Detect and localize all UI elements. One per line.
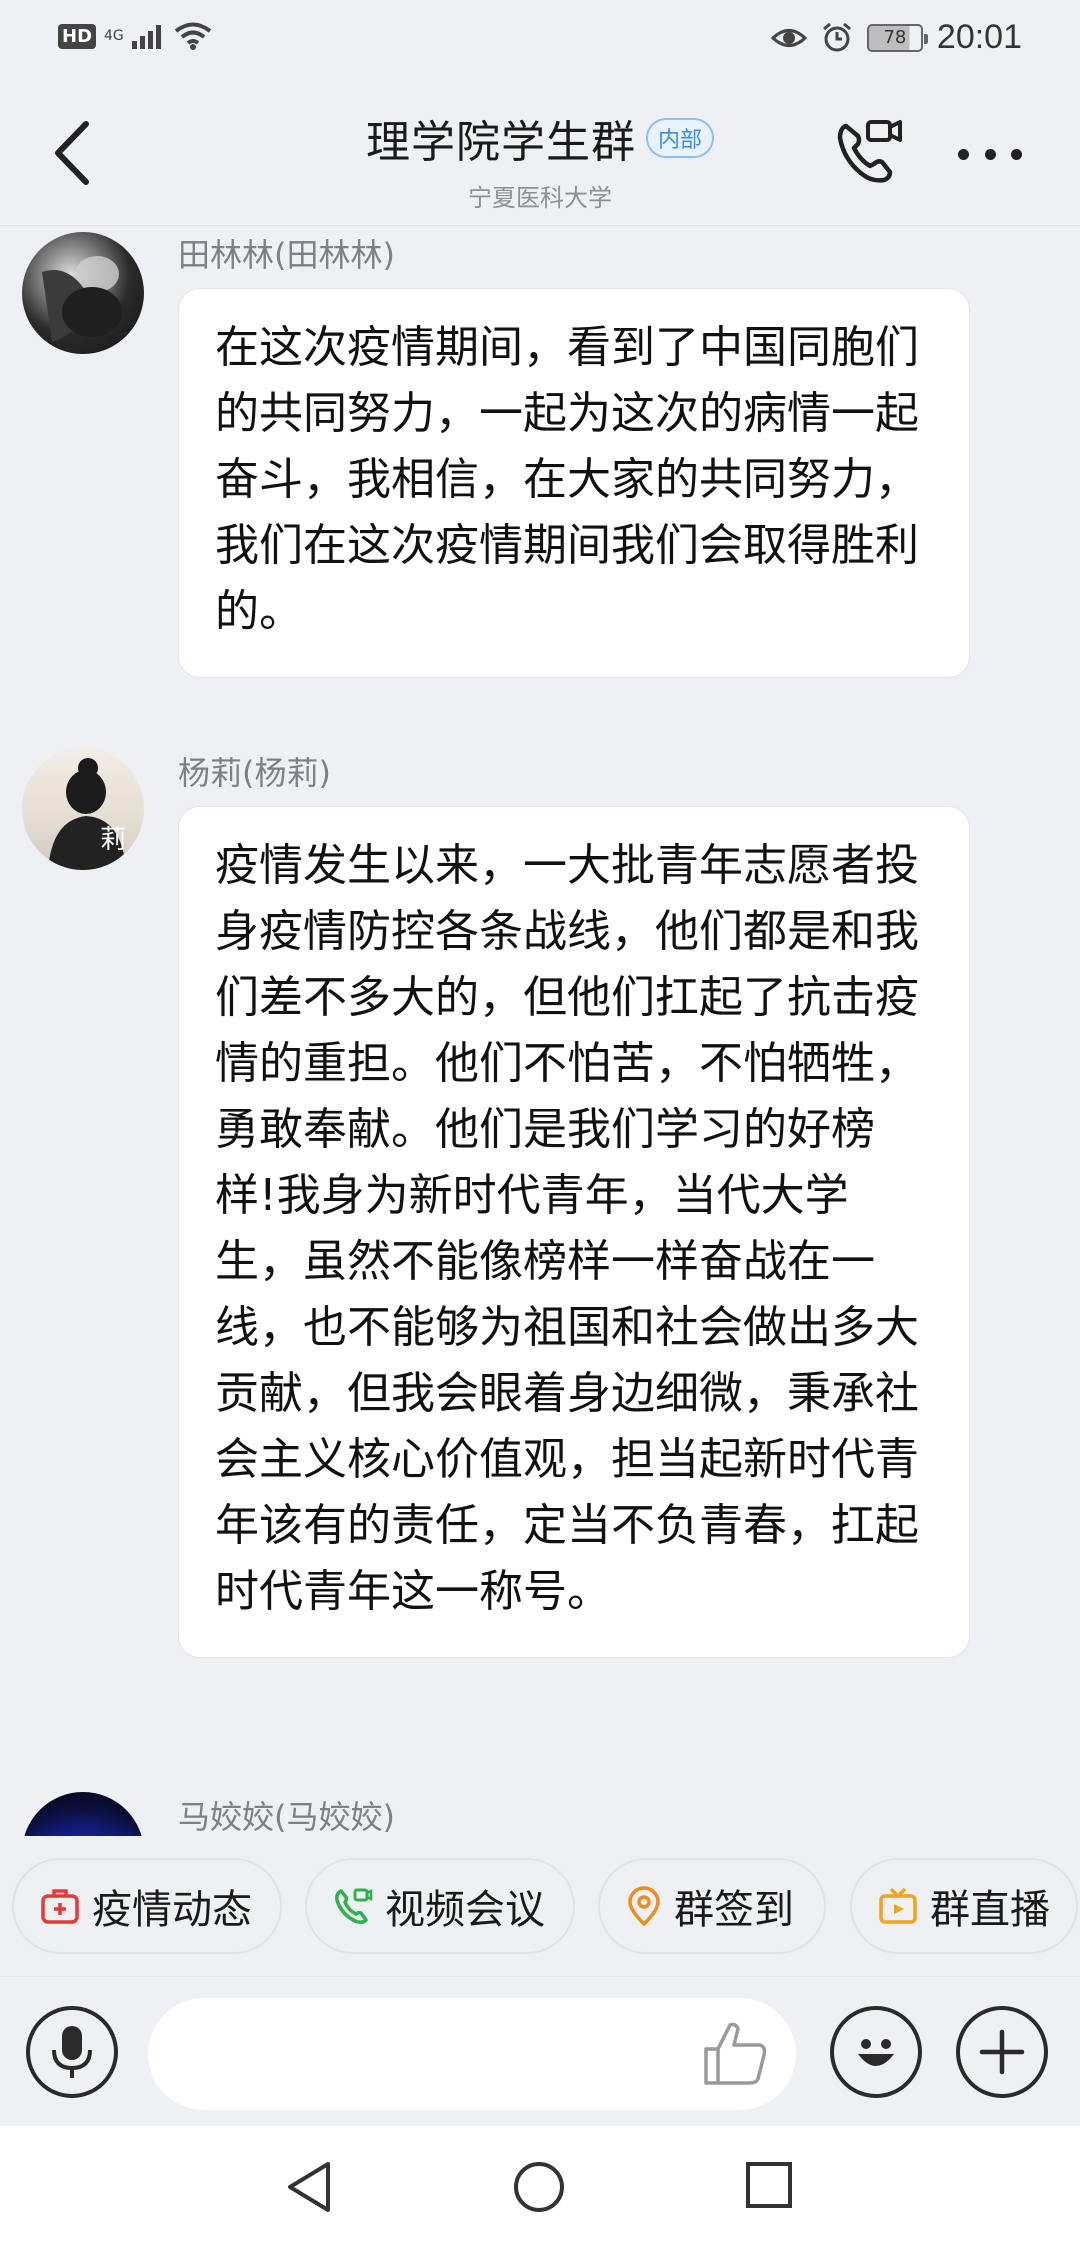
quick-action-label: 疫情动态 xyxy=(92,1887,252,1933)
group-subtitle: 宁夏医科大学 xyxy=(468,184,612,212)
avatar[interactable]: 莉 xyxy=(22,748,144,870)
quick-action-label: 视频会议 xyxy=(385,1887,545,1933)
phone-video-call-icon[interactable] xyxy=(832,116,906,190)
nav-recents-icon[interactable] xyxy=(744,2160,794,2210)
network-type: 4G xyxy=(104,28,124,44)
quick-action-label: 群直播 xyxy=(930,1887,1050,1933)
video-call-icon xyxy=(335,1888,373,1925)
quick-actions-bar: 疫情动态 视频会议 群签到 群直播 xyxy=(0,1836,1080,1976)
eye-icon xyxy=(770,28,807,47)
alarm-icon xyxy=(822,22,851,51)
avatar-photo xyxy=(42,256,122,342)
message-list[interactable]: 田林林(田林林) 在这次疫情期间，看到了中国同胞们的共同努力，一起为这次的病情一… xyxy=(0,226,1080,1836)
sender-name: 杨莉(杨莉) xyxy=(178,754,331,792)
battery-level: 78 xyxy=(883,27,907,48)
avatar[interactable] xyxy=(22,232,144,354)
message-input[interactable] xyxy=(148,1998,796,2110)
signal-icon xyxy=(131,25,161,49)
sender-name: 马姣姣(马姣姣) xyxy=(178,1798,395,1836)
smiley-icon xyxy=(858,2039,894,2066)
internal-tag: 内部 xyxy=(645,118,714,158)
quick-action-video-meeting[interactable]: 视频会议 xyxy=(305,1858,575,1954)
voice-input-button[interactable] xyxy=(26,2006,118,2098)
add-more-button[interactable] xyxy=(956,2006,1048,2098)
system-nav-bar xyxy=(0,2126,1080,2244)
status-right: 78 20:01 xyxy=(770,18,1022,57)
sender-name: 田林林(田林林) xyxy=(178,236,395,274)
clock: 20:01 xyxy=(936,18,1022,56)
nav-back-icon[interactable] xyxy=(284,2160,334,2214)
quick-action-check-in[interactable]: 群签到 xyxy=(598,1858,826,1954)
more-options-icon[interactable] xyxy=(958,144,1022,164)
message-bubble[interactable]: 在这次疫情期间，看到了中国同胞们的共同努力，一起为这次的病情一起奋斗，我相信，在… xyxy=(178,288,970,678)
quick-action-label: 群签到 xyxy=(674,1887,794,1933)
quick-action-live[interactable]: 群直播 xyxy=(850,1858,1078,1954)
input-bar xyxy=(0,1976,1080,2126)
avatar-text: 莉 xyxy=(100,825,126,855)
emoji-button[interactable] xyxy=(830,2006,922,2098)
message-bubble[interactable]: 疫情发生以来，一大批青年志愿者投身疫情防控各条战线，他们都是和我们差不多大的，但… xyxy=(178,806,970,1658)
title-block: 理学院学生群 内部 宁夏医科大学 xyxy=(0,106,1080,213)
avatar-photo: 莉 xyxy=(48,758,126,870)
nav-home-icon[interactable] xyxy=(512,2160,566,2214)
group-title[interactable]: 理学院学生群 xyxy=(366,106,636,170)
status-bar: HD 4G 78 20:01 xyxy=(0,0,1080,80)
hd-badge: HD xyxy=(58,23,97,49)
microphone-icon xyxy=(52,2026,92,2078)
thumbs-up-icon[interactable] xyxy=(700,2017,772,2089)
chat-header: 理学院学生群 内部 宁夏医科大学 xyxy=(0,80,1080,226)
live-tv-icon xyxy=(879,1887,917,1924)
battery-indicator: 78 xyxy=(866,23,928,52)
plus-icon xyxy=(979,2029,1025,2075)
medical-kit-icon xyxy=(41,1889,79,1924)
location-pin-icon xyxy=(628,1886,660,1926)
wifi-icon xyxy=(174,22,211,50)
avatar[interactable] xyxy=(22,1792,144,1836)
quick-action-epidemic-news[interactable]: 疫情动态 xyxy=(12,1858,282,1954)
status-left: HD 4G xyxy=(58,22,212,50)
